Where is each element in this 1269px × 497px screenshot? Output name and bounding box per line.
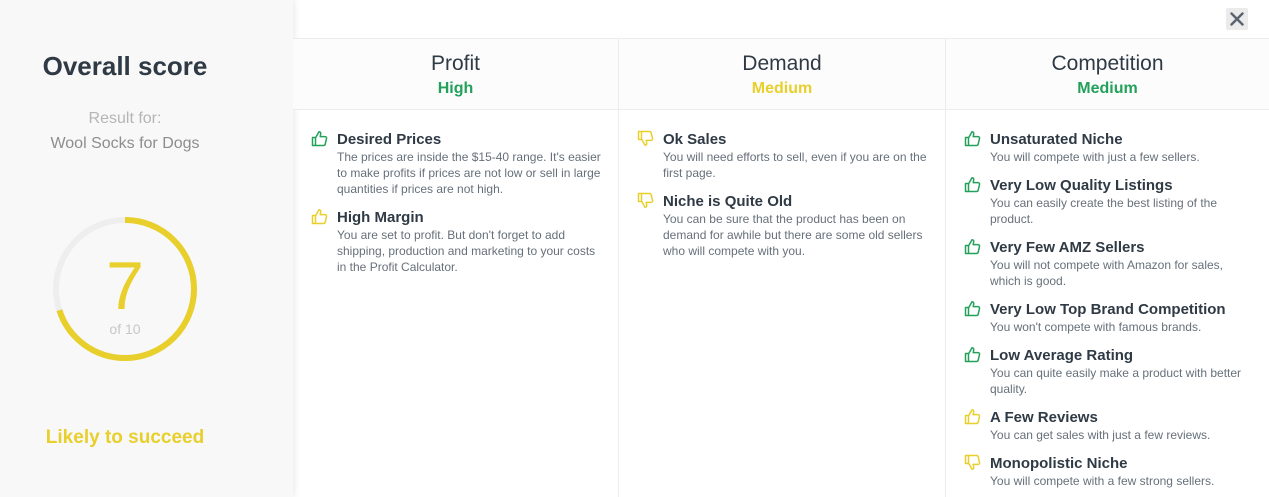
thumbs-up-icon	[964, 347, 981, 363]
item-title: Niche is Quite Old	[663, 193, 793, 210]
list-item: Very Low Quality Listings You can easily …	[964, 176, 1257, 227]
item-description: You are set to profit. But don't forget …	[337, 228, 596, 274]
item-description: You can quite easily make a product with…	[990, 366, 1242, 396]
column-competition: Competition Medium Unsaturated Niche You …	[945, 39, 1269, 497]
list-item: Ok Sales You will need efforts to sell, e…	[637, 130, 933, 181]
close-button[interactable]	[1226, 8, 1248, 30]
item-title: High Margin	[337, 209, 424, 226]
column-demand: Demand Medium Ok Sales You will need effo…	[618, 39, 945, 497]
column-rating: Medium	[751, 80, 813, 97]
item-title: Ok Sales	[663, 131, 727, 148]
close-icon	[1230, 12, 1244, 26]
score-value: 7	[106, 248, 144, 324]
item-description: You can be sure that the product has bee…	[663, 212, 923, 258]
product-name: Wool Socks for Dogs	[50, 135, 200, 152]
thumbs-down-icon	[637, 192, 654, 208]
column-header: Demand Medium	[619, 39, 945, 110]
column-title: Demand	[742, 52, 822, 75]
score-suffix: of 10	[109, 321, 141, 337]
item-title: Desired Prices	[337, 131, 442, 148]
thumbs-down-icon	[964, 454, 981, 470]
item-title: Very Few AMZ Sellers	[990, 239, 1145, 256]
thumbs-up-icon	[311, 131, 328, 147]
item-title: Low Average Rating	[990, 347, 1134, 364]
item-description: You won't compete with famous brands.	[990, 320, 1202, 334]
item-description: You will need efforts to sell, even if y…	[663, 150, 927, 180]
column-profit: Profit High Desired Prices The prices are…	[293, 39, 618, 497]
column-header: Profit High	[293, 39, 618, 110]
list-item: Niche is Quite Old You can be sure that t…	[637, 192, 933, 259]
result-for-label: Result for:	[88, 110, 162, 127]
list-item: Unsaturated Niche You will compete with j…	[964, 130, 1257, 165]
item-description: You will compete with a few strong selle…	[990, 474, 1215, 488]
column-title: Competition	[1051, 52, 1164, 75]
thumbs-down-icon	[637, 130, 654, 146]
item-title: Very Low Quality Listings	[990, 177, 1173, 194]
item-title: A Few Reviews	[990, 409, 1098, 426]
item-title: Unsaturated Niche	[990, 131, 1123, 148]
overall-score-title: Overall score	[42, 51, 208, 81]
column-title: Profit	[430, 52, 480, 75]
analysis-columns: Profit High Desired Prices The prices are…	[293, 38, 1269, 497]
list-item: Desired Prices The prices are inside the …	[311, 130, 606, 197]
item-description: The prices are inside the $15-40 range. …	[337, 150, 601, 196]
column-header: Competition Medium	[946, 39, 1269, 110]
list-item: Very Few AMZ Sellers You will not compete…	[964, 238, 1257, 289]
item-description: You can easily create the best listing o…	[990, 196, 1218, 226]
item-title: Monopolistic Niche	[990, 455, 1128, 472]
list-item: High Margin You are set to profit. But do…	[311, 208, 606, 275]
overall-score-panel: Overall score Result for: Wool Socks for…	[0, 0, 293, 497]
item-description: You can get sales with just a few review…	[990, 428, 1211, 442]
thumbs-up-icon	[964, 177, 981, 193]
item-list: Unsaturated Niche You will compete with j…	[946, 110, 1269, 489]
item-list: Ok Sales You will need efforts to sell, e…	[619, 110, 945, 259]
column-rating: Medium	[1077, 80, 1138, 97]
item-description: You will not compete with Amazon for sal…	[990, 258, 1224, 288]
list-item: Low Average Rating You can quite easily m…	[964, 346, 1257, 397]
list-item: Monopolistic Niche You will compete with …	[964, 454, 1257, 489]
thumbs-up-icon	[964, 409, 981, 425]
thumbs-up-icon	[964, 239, 981, 255]
item-description: You will compete with just a few sellers…	[990, 150, 1200, 164]
item-title: Very Low Top Brand Competition	[990, 301, 1226, 318]
column-rating: High	[437, 80, 474, 97]
list-item: A Few Reviews You can get sales with just…	[964, 408, 1257, 443]
list-item: Very Low Top Brand Competition You won't …	[964, 300, 1257, 335]
verdict-text: Likely to succeed	[45, 427, 205, 448]
thumbs-up-icon	[964, 301, 981, 317]
item-list: Desired Prices The prices are inside the …	[293, 110, 618, 275]
thumbs-up-icon	[964, 131, 981, 147]
thumbs-up-icon	[311, 209, 328, 225]
